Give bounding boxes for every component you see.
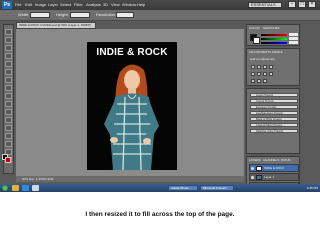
adjustments-panel: ADJUSTMENTS MASKS Add an adjustment <box>246 48 300 86</box>
width-label: Width: <box>18 12 30 17</box>
tab-swatches[interactable]: SWATCHES <box>263 26 280 31</box>
layer-row[interactable]: INDIE & ROCK <box>249 164 299 172</box>
layer-name: Layer 1 <box>264 175 275 179</box>
eyedropper-tool-icon[interactable] <box>5 69 12 75</box>
tab-adjustments[interactable]: ADJUSTMENTS <box>249 50 271 55</box>
browser-icon[interactable] <box>22 185 29 191</box>
photoshop-logo-icon: Ps <box>2 1 12 9</box>
document-artwork[interactable]: INDIE & ROCK <box>87 42 177 170</box>
height-field[interactable] <box>70 12 90 18</box>
start-orb-icon[interactable] <box>2 185 8 191</box>
taskbar <box>0 184 320 192</box>
green-slider[interactable] <box>261 38 287 40</box>
menu-analysis[interactable]: Analysis <box>86 1 101 9</box>
color-panel: COLOR SWATCHES <box>246 24 300 46</box>
close-button[interactable]: × <box>308 1 316 8</box>
document-tab[interactable]: INDIE & ROCK COVER.psd @ 50% (Layer 1, R… <box>16 22 96 29</box>
height-label: Height: <box>56 12 69 17</box>
resolution-field[interactable] <box>116 12 134 18</box>
pen-tool-icon[interactable] <box>5 133 12 139</box>
brush-tool-icon[interactable] <box>5 85 12 91</box>
tab-paths[interactable]: PATHS <box>281 158 291 163</box>
width-field[interactable] <box>30 12 50 18</box>
tab-masks[interactable]: MASKS <box>272 50 283 55</box>
vibrance-icon[interactable] <box>251 72 255 76</box>
preset-item[interactable]: Levels Presets <box>250 93 298 97</box>
brightness-icon[interactable] <box>251 65 255 69</box>
dodge-tool-icon[interactable] <box>5 125 12 131</box>
taskbar-photoshop-button[interactable]: Adobe Photo... <box>168 185 198 191</box>
eraser-tool-icon[interactable] <box>5 109 12 115</box>
healing-brush-tool-icon[interactable] <box>5 77 12 83</box>
history-brush-tool-icon[interactable] <box>5 101 12 107</box>
menu-layer[interactable]: Layer <box>48 1 58 9</box>
menu-window[interactable]: Window <box>122 1 136 9</box>
exposure-icon[interactable] <box>269 65 273 69</box>
layer-row[interactable]: Layer 1 <box>249 173 299 181</box>
menu-image[interactable]: Image <box>35 1 46 9</box>
crop-tool-icon[interactable] <box>5 61 12 67</box>
preset-item[interactable]: Hue/Saturation Presets <box>250 111 298 115</box>
presets-panel: Levels Presets Curves Presets Exposure P… <box>246 88 300 154</box>
preset-item[interactable]: Black & White Presets <box>250 117 298 121</box>
invert-icon[interactable] <box>251 79 255 83</box>
media-icon[interactable] <box>32 185 39 191</box>
levels-icon[interactable] <box>257 65 261 69</box>
red-value-field[interactable] <box>289 33 298 36</box>
tab-color[interactable]: COLOR <box>249 26 260 31</box>
preset-item[interactable]: Exposure Presets <box>250 105 298 109</box>
taskbar-powerpoint-button[interactable]: Microsoft PowerP... <box>200 185 234 191</box>
color-balance-icon[interactable] <box>263 72 267 76</box>
blue-value-field[interactable] <box>289 41 298 44</box>
menu-3d[interactable]: 3D <box>103 1 108 9</box>
folder-icon[interactable] <box>12 185 19 191</box>
status-text: 50% Doc: 1.37M/5.96M <box>22 177 54 181</box>
eye-icon[interactable] <box>251 176 254 179</box>
red-slider[interactable] <box>261 34 287 36</box>
maximize-button[interactable]: □ <box>298 1 306 8</box>
layer-thumbnail <box>256 175 262 180</box>
girl-photo-image <box>104 64 159 170</box>
marquee-tool-icon[interactable] <box>5 37 12 43</box>
type-tool-icon[interactable] <box>5 141 12 147</box>
menu-edit[interactable]: Edit <box>25 1 32 9</box>
layer-name: INDIE & ROCK <box>264 166 285 170</box>
blue-slider[interactable] <box>261 42 287 44</box>
tab-channels[interactable]: CHANNELS <box>263 158 279 163</box>
resolution-label: Resolution: <box>96 12 117 17</box>
tab-layers[interactable]: LAYERS <box>249 158 261 163</box>
background-color-swatch[interactable] <box>5 157 11 163</box>
eye-icon[interactable] <box>251 167 254 170</box>
gradient-tool-icon[interactable] <box>5 117 12 123</box>
menu-file[interactable]: File <box>15 1 21 9</box>
preset-item[interactable]: Channel Mixer Presets <box>250 123 298 127</box>
photoshop-screenshot: Ps File Edit Image Layer Select Filter A… <box>0 0 320 192</box>
clone-stamp-tool-icon[interactable] <box>5 93 12 99</box>
tools-panel <box>3 24 14 174</box>
menu-help[interactable]: Help <box>137 1 145 9</box>
preset-item[interactable]: Selective Color Presets <box>250 129 298 133</box>
adjustments-hint: Add an adjustment <box>250 57 276 61</box>
curves-icon[interactable] <box>263 65 267 69</box>
color-bg-swatch[interactable] <box>253 37 260 44</box>
layer-thumbnail <box>256 166 262 171</box>
green-value-field[interactable] <box>289 37 298 40</box>
slide-caption: I then resized it to fill across the top… <box>85 211 235 218</box>
menu-select[interactable]: Select <box>60 1 71 9</box>
preset-item[interactable]: Curves Presets <box>250 99 298 103</box>
hue-saturation-icon[interactable] <box>257 72 261 76</box>
threshold-icon[interactable] <box>263 79 267 83</box>
menu-filter[interactable]: Filter <box>74 1 83 9</box>
lasso-tool-icon[interactable] <box>5 45 12 51</box>
menu-view[interactable]: View <box>111 1 120 9</box>
move-tool-icon[interactable] <box>5 29 12 35</box>
minimize-button[interactable]: – <box>288 1 296 8</box>
quick-select-tool-icon[interactable] <box>5 53 12 59</box>
workspace-switcher[interactable]: ESSENTIALS <box>248 2 282 8</box>
posterize-icon[interactable] <box>257 79 261 83</box>
taskbar-clock: 3:25 PM <box>306 186 318 190</box>
black-white-icon[interactable] <box>269 72 273 76</box>
